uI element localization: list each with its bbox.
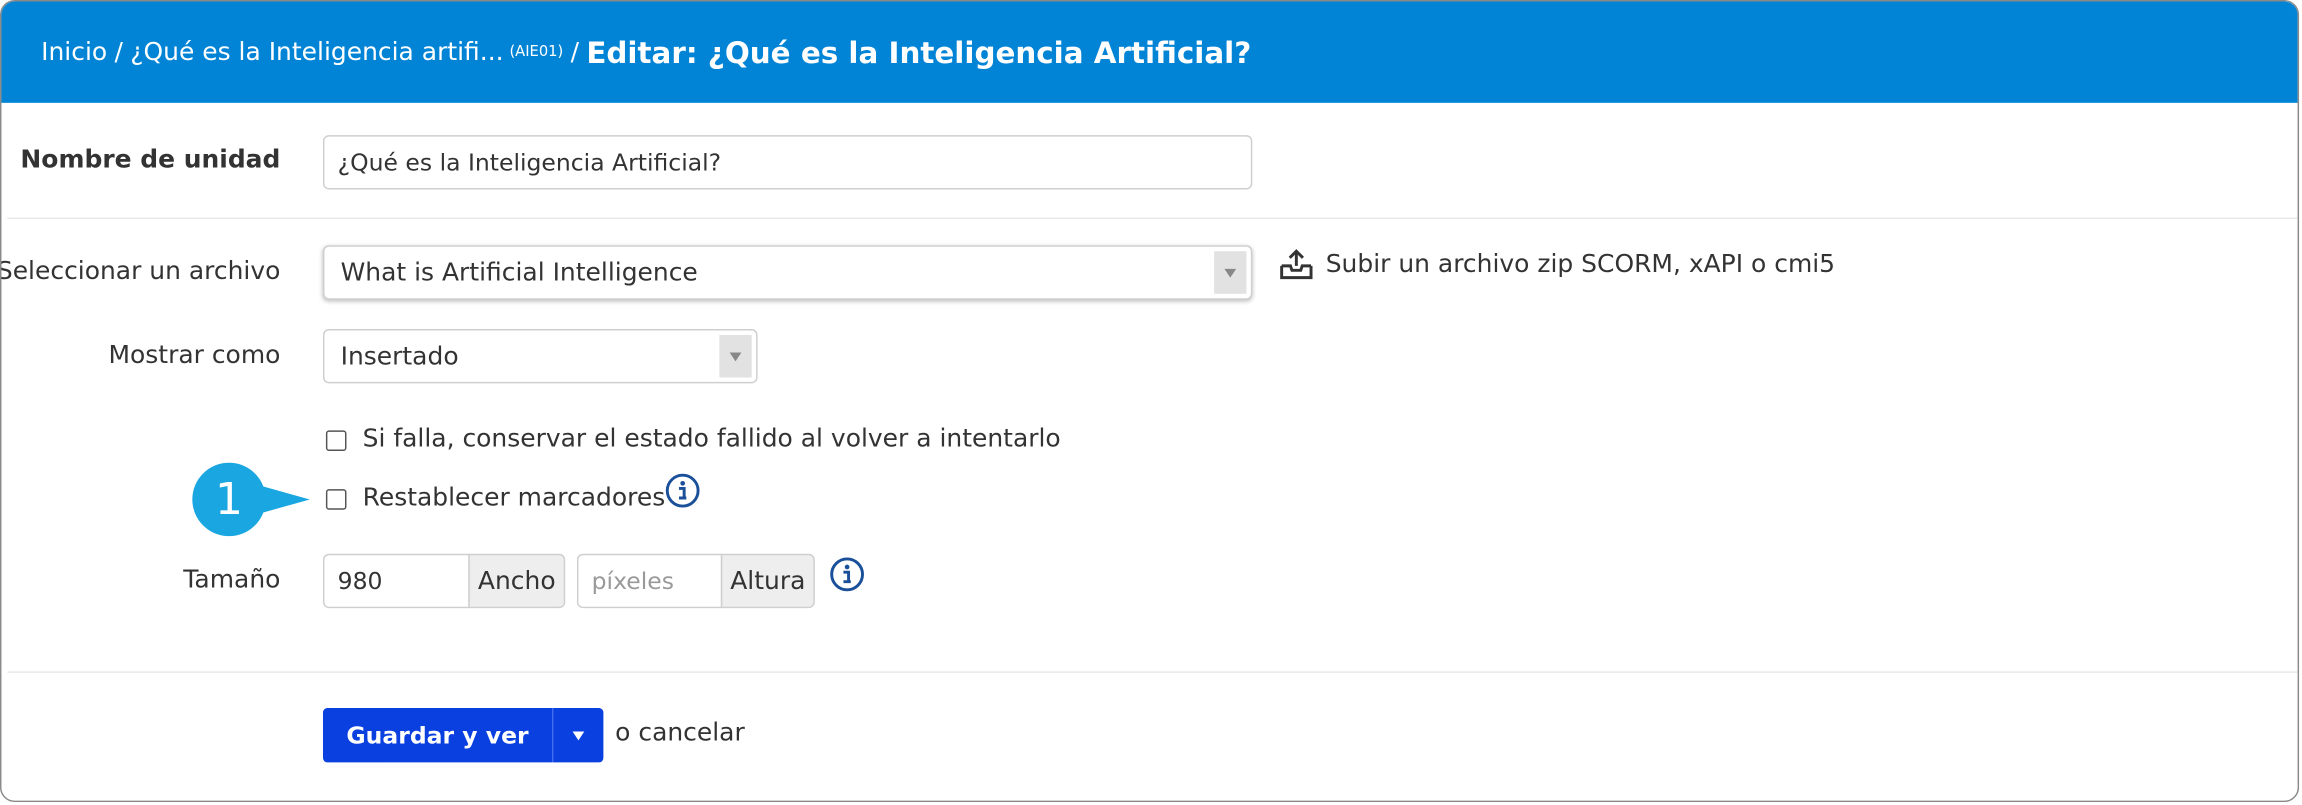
reset-bookmarks-label[interactable]: Restablecer marcadores (363, 483, 666, 512)
page-title: Editar: ¿Qué es la Inteligencia Artifici… (586, 34, 1252, 70)
width-addon: Ancho (468, 553, 566, 609)
file-select-label: Seleccionar un archivo (0, 257, 281, 287)
display-as-label: Mostrar como (108, 340, 281, 371)
upload-file-label: Subir un archivo zip SCORM, xAPI o cmi5 (1325, 249, 1836, 280)
size-label: Tamaño (183, 565, 281, 595)
file-select[interactable]: What is Artificial Intelligence (322, 245, 1253, 300)
height-input-placeholder: píxeles (591, 567, 674, 595)
upload-file-link[interactable]: Subir un archivo zip SCORM, xAPI o cmi5 (1279, 248, 1835, 280)
save-options-dropdown[interactable] (552, 708, 604, 763)
breadcrumb-separator: / (570, 37, 580, 67)
upload-icon (1280, 249, 1313, 280)
breadcrumb-course-code: (AIE01) (509, 44, 564, 61)
callout-badge: 1 (192, 462, 266, 537)
info-icon[interactable] (665, 473, 700, 508)
divider (7, 217, 2298, 219)
divider (7, 671, 2298, 673)
height-addon: Altura (720, 553, 815, 609)
display-as-select[interactable]: Insertado (322, 329, 758, 384)
header-bar: Inicio / ¿Qué es la Inteligencia artifi.… (1, 1, 2298, 103)
info-icon[interactable] (829, 557, 864, 592)
edit-unit-panel: Inicio / ¿Qué es la Inteligencia artifi.… (0, 0, 2300, 803)
unit-name-label: Nombre de unidad (20, 145, 281, 175)
chevron-down-icon (719, 334, 752, 378)
reset-bookmarks-checkbox[interactable] (325, 489, 347, 510)
keep-failed-checkbox[interactable] (325, 430, 347, 451)
save-and-view-button[interactable]: Guardar y ver (322, 708, 553, 763)
breadcrumb-course[interactable]: ¿Qué es la Inteligencia artifi... (130, 37, 503, 66)
cancel-link[interactable]: o cancelar (615, 718, 745, 747)
height-input[interactable]: píxeles (576, 553, 723, 609)
chevron-down-icon (572, 730, 585, 740)
unit-name-input[interactable]: ¿Qué es la Inteligencia Artificial? (322, 135, 1253, 190)
keep-failed-label[interactable]: Si falla, conservar el estado fallido al… (363, 425, 1061, 454)
width-input[interactable]: 980 (322, 553, 470, 609)
chevron-down-icon (1214, 251, 1247, 294)
file-select-value: What is Artificial Intelligence (340, 257, 698, 288)
display-as-value: Insertado (340, 341, 459, 371)
breadcrumb-separator: / (114, 37, 123, 67)
breadcrumb-home[interactable]: Inicio (41, 37, 107, 66)
